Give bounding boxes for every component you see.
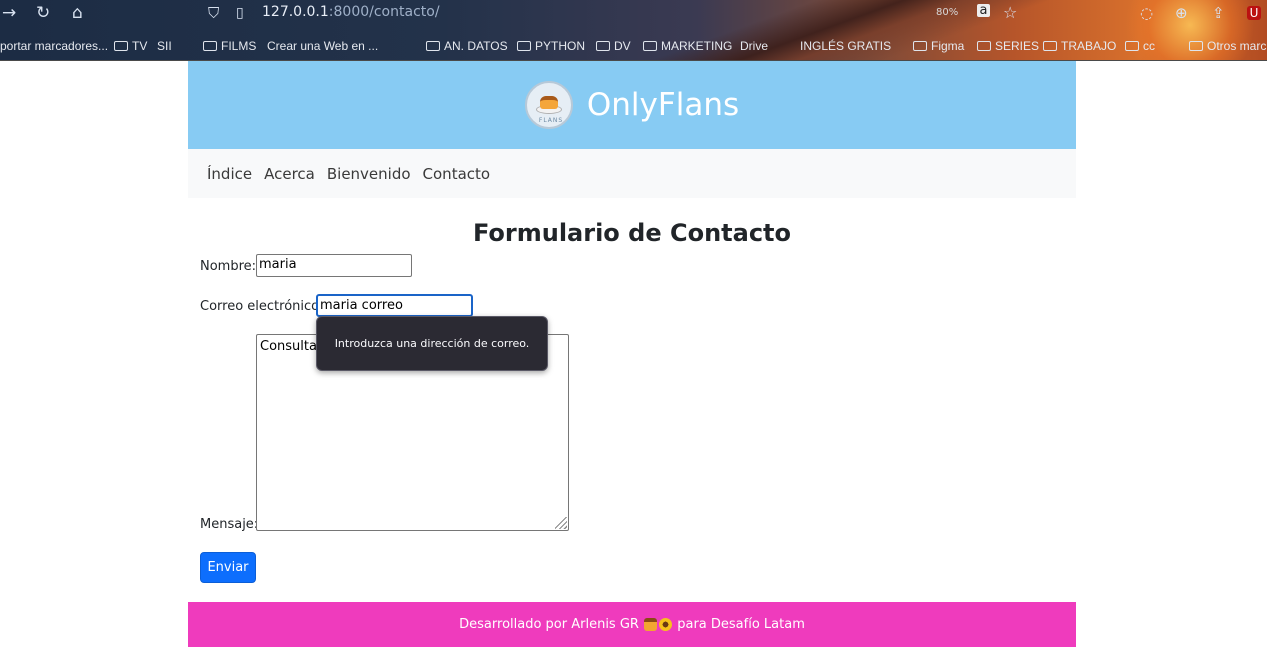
bookmark-label: cc bbox=[1143, 39, 1155, 53]
bookmark-item[interactable]: Otros marc bbox=[1189, 36, 1266, 56]
email-label: Correo electrónico: bbox=[200, 299, 324, 314]
folder-icon bbox=[913, 41, 927, 51]
bookmark-label: Figma bbox=[931, 39, 965, 53]
bookmark-label: PYTHON bbox=[535, 39, 586, 53]
star-icon[interactable]: ☆ bbox=[1003, 3, 1017, 23]
extension-icon[interactable]: a bbox=[977, 4, 990, 17]
download-icon[interactable]: ⊕ bbox=[1175, 3, 1188, 23]
bookmark-label: AN. DATOS bbox=[444, 39, 508, 53]
email-input[interactable]: maria correo bbox=[316, 294, 473, 317]
message-label: Mensaje: bbox=[200, 517, 259, 532]
bookmark-item[interactable]: AN. DATOS bbox=[426, 36, 508, 56]
folder-icon bbox=[596, 41, 610, 51]
logo-flan bbox=[539, 96, 558, 109]
bookmark-item[interactable]: DV bbox=[596, 36, 631, 56]
bookmark-label: SII bbox=[157, 39, 172, 53]
browser-toolbar: → ↻ ⌂ ⛉ ▯ 127.0.0.1:8000/contacto/ 80% a… bbox=[0, 0, 1267, 61]
url-path: :8000/contacto/ bbox=[328, 4, 440, 20]
bookmark-label: SERIES bbox=[995, 39, 1040, 53]
bookmark-item[interactable]: INGLÉS GRATIS bbox=[800, 36, 891, 56]
folder-icon bbox=[1043, 41, 1057, 51]
bookmark-label: TV bbox=[132, 39, 148, 53]
form-title: Formulario de Contacto bbox=[472, 219, 792, 247]
address-bar-row: → ↻ ⌂ ⛉ ▯ 127.0.0.1:8000/contacto/ 80% a… bbox=[0, 0, 1267, 26]
menu-item-indice[interactable]: Índice bbox=[207, 165, 252, 183]
folder-icon bbox=[1125, 41, 1139, 51]
folder-icon bbox=[426, 41, 440, 51]
sunflower-emoji-icon bbox=[659, 618, 673, 631]
url-host: 127.0.0.1 bbox=[262, 4, 329, 20]
bookmark-item[interactable]: cc bbox=[1125, 36, 1155, 56]
bookmark-item[interactable]: TV bbox=[114, 36, 147, 56]
forward-icon[interactable]: → bbox=[2, 3, 16, 23]
footer-text-before: Desarrollado por Arlenis GR bbox=[459, 617, 639, 632]
bookmark-label: Crear una Web en ... bbox=[267, 39, 379, 53]
bookmark-item[interactable]: Drive bbox=[740, 36, 768, 56]
share-icon[interactable]: ⇪ bbox=[1212, 3, 1225, 23]
folder-icon bbox=[114, 41, 128, 51]
menu-item-contacto[interactable]: Contacto bbox=[423, 165, 491, 183]
page-container: FLANS OnlyFlans Índice Acerca Bienvenido… bbox=[188, 61, 1076, 647]
flan-emoji-icon bbox=[644, 618, 658, 631]
name-input[interactable]: maria bbox=[256, 254, 412, 277]
main-menu: Índice Acerca Bienvenido Contacto bbox=[188, 149, 1076, 198]
flan-logo-icon: FLANS bbox=[524, 81, 573, 129]
bookmark-label: INGLÉS GRATIS bbox=[800, 39, 892, 53]
bookmark-item[interactable]: SII bbox=[157, 36, 172, 56]
menu-item-acerca[interactable]: Acerca bbox=[264, 165, 315, 183]
reload-icon[interactable]: ↻ bbox=[36, 3, 50, 23]
validation-tooltip: Introduzca una dirección de correo. bbox=[316, 316, 548, 371]
bookmark-item[interactable]: Crear una Web en ... bbox=[267, 36, 378, 56]
bookmark-label: Drive bbox=[740, 39, 769, 53]
page-icon: ▯ bbox=[236, 5, 244, 21]
zoom-level[interactable]: 80% bbox=[936, 7, 958, 18]
folder-icon bbox=[977, 41, 991, 51]
menu-item-bienvenido[interactable]: Bienvenido bbox=[327, 165, 411, 183]
logo-text: FLANS bbox=[538, 117, 564, 124]
bookmark-item[interactable]: Figma bbox=[913, 36, 964, 56]
folder-icon bbox=[203, 41, 217, 51]
bookmark-label: DV bbox=[614, 39, 631, 53]
bookmark-item[interactable]: portar marcadores... bbox=[0, 36, 108, 56]
footer-text-after: para Desafío Latam bbox=[677, 617, 805, 632]
shield-icon[interactable]: ⛉ bbox=[208, 3, 219, 23]
bookmark-label: TRABAJO bbox=[1061, 39, 1117, 53]
bookmarks-bar: portar marcadores... TV SII FILMS Crear una … bbox=[0, 36, 1267, 58]
bookmark-item[interactable]: TRABAJO bbox=[1043, 36, 1116, 56]
site-brand[interactable]: OnlyFlans bbox=[587, 87, 739, 123]
bookmark-item[interactable]: FILMS bbox=[203, 36, 256, 56]
url-field[interactable]: 127.0.0.1:8000/contacto/ bbox=[262, 4, 440, 20]
bookmark-item[interactable]: PYTHON bbox=[517, 36, 585, 56]
submit-button[interactable]: Enviar bbox=[200, 552, 256, 583]
resize-grip-icon[interactable] bbox=[555, 517, 567, 529]
folder-icon bbox=[1189, 41, 1203, 51]
bookmark-item[interactable]: SERIES bbox=[977, 36, 1039, 56]
bookmark-item[interactable]: MARKETING bbox=[643, 36, 732, 56]
folder-icon bbox=[517, 41, 531, 51]
bookmark-label: portar marcadores... bbox=[0, 39, 109, 53]
home-icon[interactable]: ⌂ bbox=[72, 3, 83, 23]
site-header: FLANS OnlyFlans bbox=[188, 61, 1076, 149]
folder-icon bbox=[643, 41, 657, 51]
bookmark-label: MARKETING bbox=[661, 39, 733, 53]
ublock-icon[interactable]: U bbox=[1247, 6, 1261, 20]
bookmark-label: FILMS bbox=[221, 39, 257, 53]
account-icon[interactable]: ◌ bbox=[1140, 3, 1153, 23]
bookmark-label: Otros marc bbox=[1207, 39, 1267, 53]
site-footer: Desarrollado por Arlenis GR para Desafío… bbox=[188, 602, 1076, 647]
name-label: Nombre: bbox=[200, 259, 257, 274]
